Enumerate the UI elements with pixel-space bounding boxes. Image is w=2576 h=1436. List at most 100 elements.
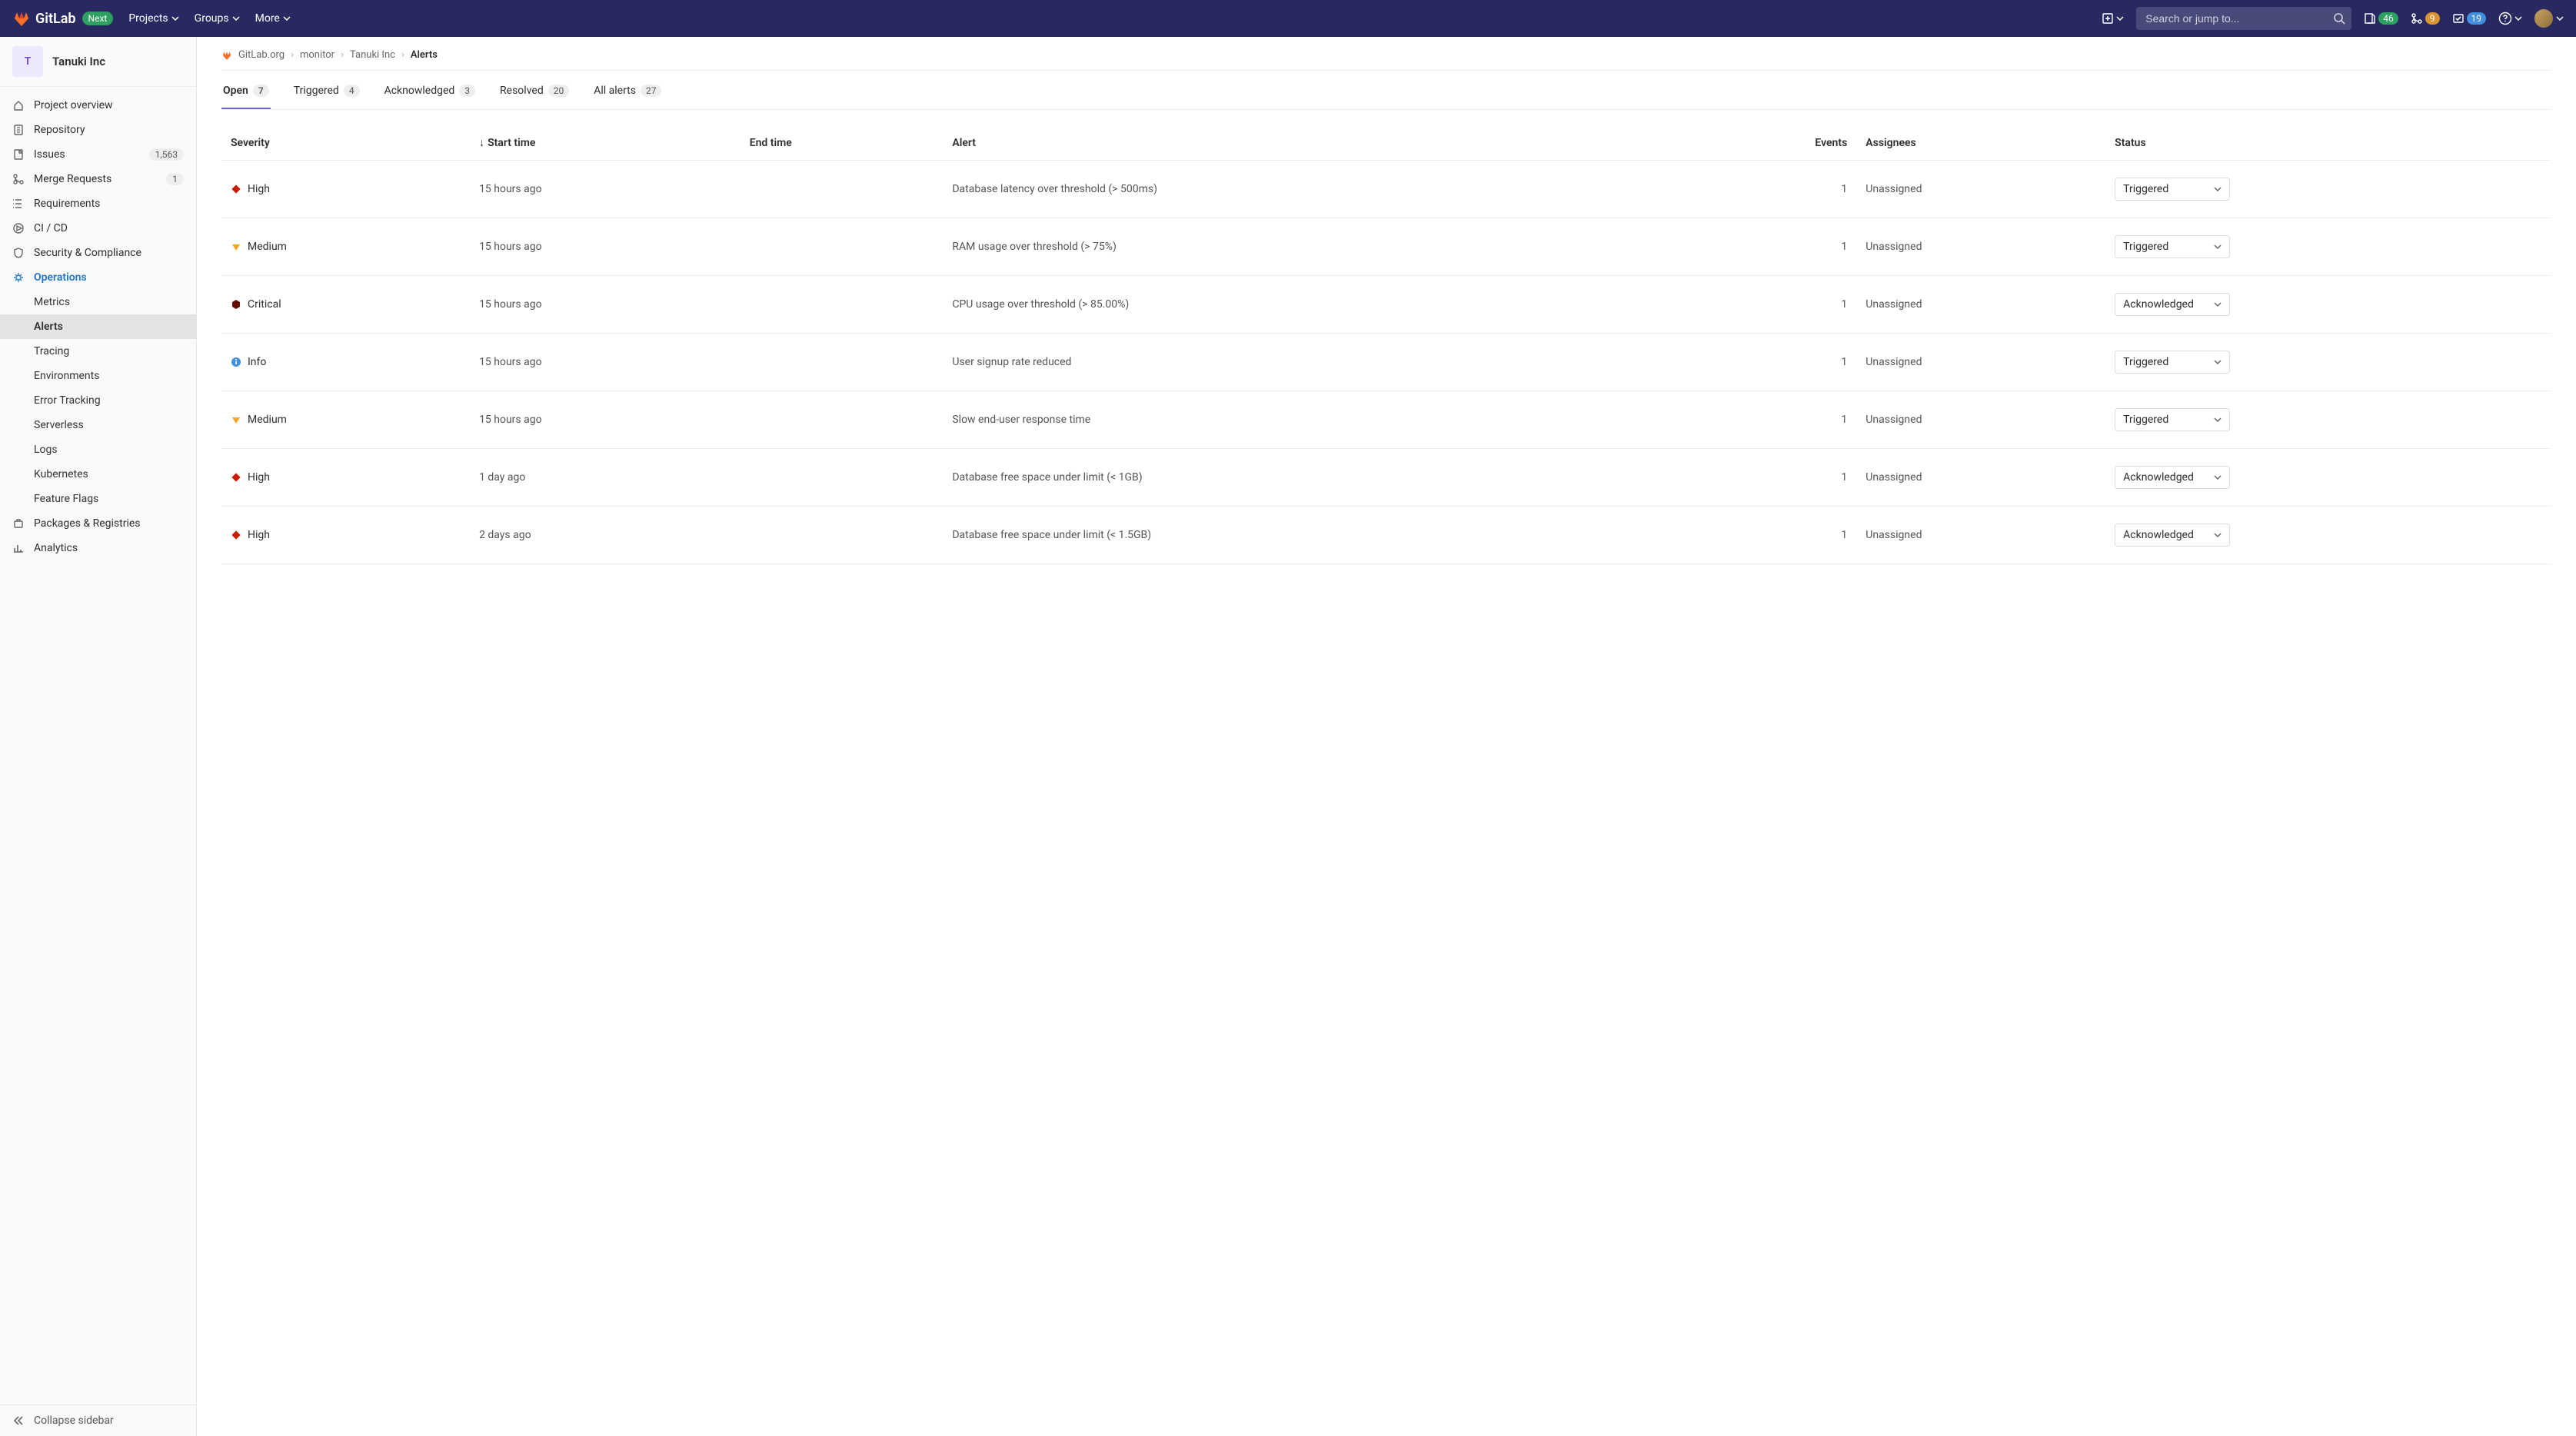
new-button[interactable] <box>2096 13 2130 24</box>
breadcrumb-item[interactable]: monitor <box>300 49 334 61</box>
tab-count: 27 <box>641 85 662 97</box>
status-dropdown[interactable]: Triggered <box>2115 351 2230 374</box>
next-badge: Next <box>82 12 114 25</box>
alert-row[interactable]: Critical 15 hours ago CPU usage over thr… <box>221 276 2551 334</box>
breadcrumb-item[interactable]: Tanuki Inc <box>350 49 395 61</box>
sidebar-sub-tracing[interactable]: Tracing <box>0 339 196 364</box>
sidebar-sub-serverless[interactable]: Serverless <box>0 413 196 437</box>
col-end[interactable]: End time <box>741 125 944 161</box>
col-assignees[interactable]: Assignees <box>1856 125 2105 161</box>
assignees-cell: Unassigned <box>1856 334 2105 391</box>
assignees-cell: Unassigned <box>1856 161 2105 218</box>
col-alert[interactable]: Alert <box>943 125 1687 161</box>
status-dropdown[interactable]: Acknowledged <box>2115 293 2230 316</box>
sidebar-item-operations[interactable]: Operations <box>0 265 196 290</box>
breadcrumb-item[interactable]: GitLab.org <box>238 49 285 61</box>
severity-icon <box>231 530 241 540</box>
status-dropdown[interactable]: Triggered <box>2115 235 2230 258</box>
sidebar-sub-logs[interactable]: Logs <box>0 437 196 462</box>
project-card[interactable]: T Tanuki Inc <box>0 37 196 87</box>
double-chevron-left-icon <box>12 1414 25 1427</box>
alert-cell: CPU usage over threshold (> 85.00%) <box>943 276 1687 334</box>
events-cell: 1 <box>1688 449 1857 507</box>
sidebar-nav: Project overviewRepositoryIssues1,563Mer… <box>0 87 196 1404</box>
sidebar-item-project-overview[interactable]: Project overview <box>0 93 196 118</box>
events-cell: 1 <box>1688 334 1857 391</box>
changes-icon[interactable]: 46 <box>2364 12 2398 25</box>
start-cell: 15 hours ago <box>470 161 741 218</box>
nav-icon <box>12 148 25 161</box>
todo-count: 19 <box>2467 12 2487 25</box>
col-start[interactable]: ↓Start time <box>470 125 741 161</box>
nav-count: 1,563 <box>149 148 184 161</box>
severity-cell: Info <box>231 356 461 368</box>
sidebar-item-repository[interactable]: Repository <box>0 118 196 142</box>
sidebar-sub-environments[interactable]: Environments <box>0 364 196 388</box>
help-icon[interactable] <box>2498 12 2522 25</box>
status-dropdown[interactable]: Triggered <box>2115 178 2230 201</box>
todo-icon[interactable]: 19 <box>2452 12 2487 25</box>
end-cell <box>741 276 944 334</box>
nav-projects[interactable]: Projects <box>128 12 178 25</box>
alert-row[interactable]: High 2 days ago Database free space unde… <box>221 507 2551 564</box>
sidebar-item-requirements[interactable]: Requirements <box>0 191 196 216</box>
main-content: GitLab.org› monitor› Tanuki Inc› Alerts … <box>197 37 2576 1436</box>
chevron-down-icon <box>2214 416 2222 424</box>
tab-count: 20 <box>548 85 570 97</box>
nav-icon <box>12 247 25 259</box>
tab-all-alerts[interactable]: All alerts27 <box>592 74 663 109</box>
events-cell: 1 <box>1688 218 1857 276</box>
col-events[interactable]: Events <box>1688 125 1857 161</box>
assignees-cell: Unassigned <box>1856 507 2105 564</box>
sidebar-item-issues[interactable]: Issues1,563 <box>0 142 196 167</box>
nav-icon <box>12 173 25 185</box>
chevron-down-icon[interactable] <box>2556 15 2564 22</box>
end-cell <box>741 449 944 507</box>
user-avatar[interactable] <box>2534 9 2553 28</box>
tab-resolved[interactable]: Resolved20 <box>498 74 571 109</box>
chevron-down-icon <box>2214 243 2222 251</box>
status-dropdown[interactable]: Triggered <box>2115 408 2230 431</box>
chevron-down-icon <box>2214 185 2222 193</box>
merge-icon[interactable]: 9 <box>2411 12 2440 25</box>
brand-name[interactable]: GitLab <box>35 11 76 27</box>
gitlab-logo-icon[interactable] <box>12 9 31 28</box>
sidebar-sub-feature-flags[interactable]: Feature Flags <box>0 487 196 511</box>
sidebar-item-packages-registries[interactable]: Packages & Registries <box>0 511 196 536</box>
sidebar-sub-error-tracking[interactable]: Error Tracking <box>0 388 196 413</box>
sidebar-sub-kubernetes[interactable]: Kubernetes <box>0 462 196 487</box>
nav-groups[interactable]: Groups <box>195 12 240 25</box>
sidebar-item-security-compliance[interactable]: Security & Compliance <box>0 241 196 265</box>
breadcrumbs: GitLab.org› monitor› Tanuki Inc› Alerts <box>221 49 2551 71</box>
alert-row[interactable]: High 1 day ago Database free space under… <box>221 449 2551 507</box>
alert-row[interactable]: Medium 15 hours ago Slow end-user respon… <box>221 391 2551 449</box>
severity-cell: Medium <box>231 414 461 426</box>
col-severity[interactable]: Severity <box>221 125 470 161</box>
end-cell <box>741 161 944 218</box>
status-dropdown[interactable]: Acknowledged <box>2115 466 2230 489</box>
alert-row[interactable]: Medium 15 hours ago RAM usage over thres… <box>221 218 2551 276</box>
alert-row[interactable]: Info 15 hours ago User signup rate reduc… <box>221 334 2551 391</box>
sidebar-item-merge-requests[interactable]: Merge Requests1 <box>0 167 196 191</box>
sidebar-sub-alerts[interactable]: Alerts <box>0 314 196 339</box>
search-icon[interactable] <box>2333 12 2345 25</box>
sidebar-sub-metrics[interactable]: Metrics <box>0 290 196 314</box>
chevron-down-icon <box>2214 474 2222 481</box>
start-cell: 2 days ago <box>470 507 741 564</box>
status-dropdown[interactable]: Acknowledged <box>2115 524 2230 547</box>
severity-icon <box>231 414 241 425</box>
collapse-sidebar[interactable]: Collapse sidebar <box>0 1404 196 1436</box>
severity-cell: Critical <box>231 298 461 311</box>
search-input[interactable] <box>2136 7 2351 30</box>
severity-cell: High <box>231 183 461 195</box>
nav-more[interactable]: More <box>255 12 291 25</box>
sidebar-item-ci-cd[interactable]: CI / CD <box>0 216 196 241</box>
alert-row[interactable]: High 15 hours ago Database latency over … <box>221 161 2551 218</box>
gitlab-mini-icon <box>221 50 232 61</box>
tab-open[interactable]: Open7 <box>221 74 271 109</box>
start-cell: 15 hours ago <box>470 276 741 334</box>
col-status[interactable]: Status <box>2105 125 2551 161</box>
sidebar-item-analytics[interactable]: Analytics <box>0 536 196 560</box>
tab-triggered[interactable]: Triggered4 <box>292 74 361 109</box>
tab-acknowledged[interactable]: Acknowledged3 <box>383 74 477 109</box>
